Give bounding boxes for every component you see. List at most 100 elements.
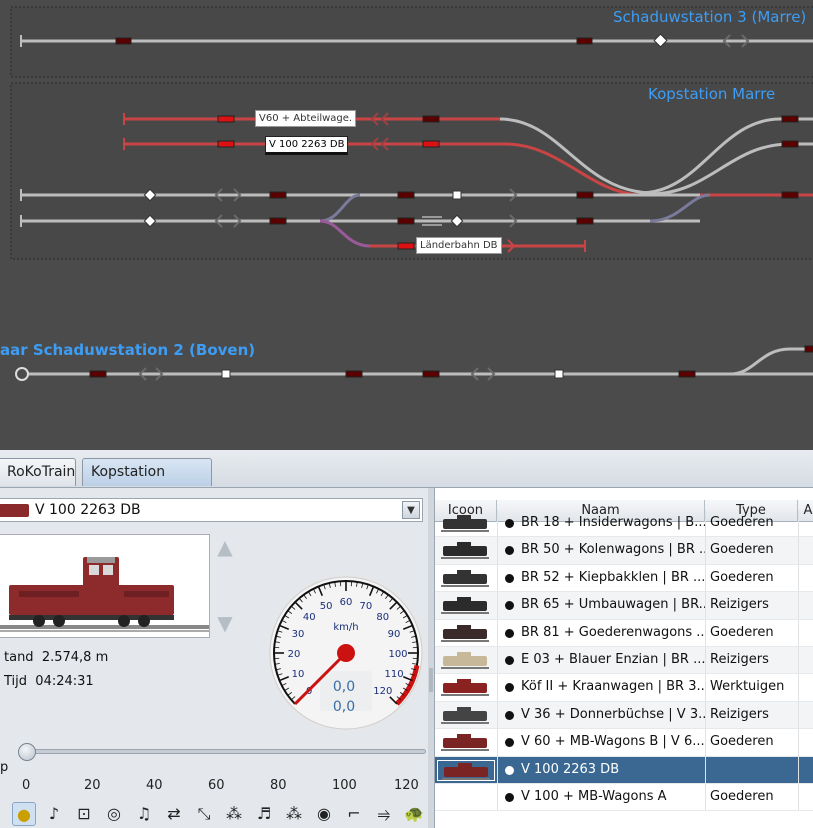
table-row[interactable]: BR 50 + Kolenwagons | BR ... Goederen <box>435 537 813 565</box>
tab-rokotrain[interactable]: RoKoTrain <box>0 458 76 486</box>
signal-icon[interactable]: ⥤ <box>372 802 396 826</box>
move-up-button[interactable]: ▲ <box>212 536 238 560</box>
table-row[interactable]: V 100 2263 DB <box>435 756 813 784</box>
horn-icon[interactable]: ♪ <box>42 802 66 826</box>
table-row[interactable]: V 100 + MB-Wagons A Goederen <box>435 784 813 812</box>
status-dot-icon <box>505 738 514 748</box>
zone-title-schaduwstation-3: Schaduwstation 3 (Marre) <box>613 8 807 26</box>
train-type: Goederen <box>710 515 774 530</box>
status-dot-icon <box>505 793 514 802</box>
light-icon[interactable]: ● <box>12 802 36 826</box>
turtle-icon[interactable]: 🐢 <box>402 802 426 826</box>
gauge-tick-label: 40 <box>303 612 316 623</box>
app-window: Schaduwstation 3 (Marre) Kopstation Marr… <box>0 0 813 828</box>
train-thumbnail-icon <box>437 513 495 534</box>
status-dot-icon <box>505 765 514 775</box>
gauge-tick-label: 30 <box>292 629 305 640</box>
slider-tick-label: 120 <box>394 778 419 793</box>
status-dot-icon <box>505 656 514 665</box>
loco-photo <box>0 534 210 638</box>
train-name: BR 81 + Goederenwagons ... <box>521 624 705 640</box>
train-type: Goederen <box>710 542 774 558</box>
whistle-icon[interactable]: ◎ <box>102 802 126 826</box>
train-thumbnail-icon <box>437 732 495 753</box>
lamps2-icon[interactable]: ⁂ <box>282 802 306 826</box>
train-thumbnail-icon <box>437 650 495 671</box>
sound2-icon[interactable]: ♬ <box>252 802 276 826</box>
chevron-down-icon[interactable]: ▼ <box>402 501 420 519</box>
gauge-tick-label: 20 <box>288 649 301 660</box>
gauge-tick-label: 60 <box>340 597 353 608</box>
needle-hub-icon <box>337 644 355 662</box>
gauge-tick-label: 100 <box>388 649 407 660</box>
status-dot-icon <box>505 683 514 693</box>
control-panel: RoKoTrain Kopstation Marre V 100 2263 DB… <box>0 450 813 828</box>
tab-kopstation-marre[interactable]: Kopstation Marre <box>82 458 212 506</box>
table-row[interactable]: V 36 + Donnerbüchse | V 3... Reizigers <box>435 701 813 730</box>
train-name: V 60 + MB-Wagons B | V 6... <box>521 734 705 750</box>
move-down-button[interactable]: ▼ <box>212 612 238 636</box>
loco-select-value: V 100 2263 DB <box>35 502 141 518</box>
table-row[interactable]: BR 52 + Kiepbakklen | BR ... Goederen <box>435 564 813 593</box>
status-dot-icon <box>505 519 514 528</box>
table-row[interactable]: V 60 + MB-Wagons B | V 6... Goederen <box>435 729 813 757</box>
train-name: BR 18 + Insiderwagons | B... <box>521 515 705 530</box>
train-thumbnail-icon <box>437 677 495 698</box>
train-table-panel: Icoon Naam Type A BR 18 + Insiderwagons … <box>434 488 813 828</box>
train-name: Köf II + Kraanwagen | BR 3... <box>521 679 705 695</box>
speed-slider-track[interactable] <box>18 749 426 754</box>
status-dot-icon <box>505 628 514 638</box>
zone-title-kopstation-marre: Kopstation Marre <box>648 85 776 103</box>
shunting-icon[interactable]: ⇄ <box>162 802 186 826</box>
status-dot-icon <box>505 710 514 720</box>
slider-tick-label: 20 <box>84 778 101 793</box>
slider-tick-label: 40 <box>146 778 163 793</box>
speed-readout-top: 0,0 <box>332 679 356 695</box>
train-name: BR 65 + Umbauwagen | BR... <box>521 597 705 613</box>
status-dot-icon <box>505 573 514 583</box>
train-type: Goederen <box>710 624 774 640</box>
track-diagram[interactable] <box>0 0 813 450</box>
train-type: Goederen <box>710 569 774 585</box>
loco-thumb-icon <box>0 504 29 517</box>
slider-tick-label: 0 <box>22 778 31 793</box>
loco-select-dropdown[interactable]: V 100 2263 DB ▼ <box>0 498 423 522</box>
train-name: V 100 2263 DB <box>521 761 620 777</box>
coupler-icon[interactable]: ⊡ <box>72 802 96 826</box>
table-row[interactable]: E 03 + Blauer Enzian | BR ... Reizigers <box>435 647 813 675</box>
train-thumbnail-icon <box>437 595 495 616</box>
train-type: Werktuigen <box>710 679 785 695</box>
gauge-tick-label: 90 <box>388 629 401 640</box>
train-name: BR 52 + Kiepbakklen | BR ... <box>521 569 705 585</box>
gauge-tick-label: 80 <box>376 612 389 623</box>
table-row[interactable]: BR 81 + Goederenwagons ... Goederen <box>435 619 813 647</box>
lamps-icon[interactable]: ⁂ <box>222 802 246 826</box>
train-name: E 03 + Blauer Enzian | BR ... <box>521 652 705 667</box>
time-value: 04:24:31 <box>35 674 94 689</box>
chart-icon[interactable]: ⤡ <box>192 802 216 826</box>
sound-icon[interactable]: ♫ <box>132 802 156 826</box>
train-thumbnail-icon <box>437 787 495 808</box>
track-layout-view[interactable]: Schaduwstation 3 (Marre) Kopstation Marr… <box>0 0 813 450</box>
status-dot-icon <box>505 601 514 611</box>
train-label-laenderbahn[interactable]: Länderbahn DB <box>416 237 502 254</box>
slider-tick-label: 80 <box>270 778 287 793</box>
table-row[interactable]: Köf II + Kraanwagen | BR 3... Werktuigen <box>435 674 813 702</box>
time-row: Tijd 04:24:31 <box>4 674 94 689</box>
train-label-v60[interactable]: V60 + Abteilwage. <box>255 110 357 127</box>
slider-tick-label: 100 <box>332 778 357 793</box>
bell-icon[interactable]: ◉ <box>312 802 336 826</box>
table-row[interactable]: BR 65 + Umbauwagen | BR... Reizigers <box>435 592 813 620</box>
train-name: V 36 + Donnerbüchse | V 3... <box>521 706 705 722</box>
train-thumbnail-icon <box>437 759 495 781</box>
hook-icon[interactable]: ⌐ <box>342 802 366 826</box>
train-thumbnail-icon <box>437 705 495 726</box>
zone-title-schaduwstation-2: aar Schaduwstation 2 (Boven) <box>0 341 256 359</box>
speed-unit-label: km/h <box>333 622 358 633</box>
train-label-v100-selected[interactable]: V 100 2263 DB <box>265 136 349 155</box>
gauge-tick-label: 70 <box>360 601 373 612</box>
distance-value: 2.574,8 m <box>41 650 109 665</box>
table-row[interactable]: BR 18 + Insiderwagons | B... Goederen <box>435 510 813 538</box>
speed-slider-thumb[interactable] <box>18 743 36 761</box>
gauge-tick-label: 110 <box>384 669 403 680</box>
